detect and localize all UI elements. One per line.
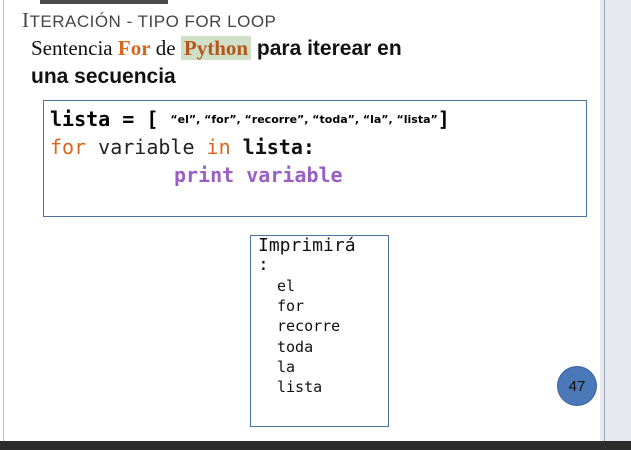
code-list-close: ]: [437, 107, 450, 131]
output-item: recorre: [277, 317, 341, 336]
code-line-2: for variable in lista:: [50, 135, 315, 159]
output-item: la: [277, 357, 296, 376]
output-item: for: [277, 297, 305, 316]
title-small: TIPO FOR LOOP: [137, 12, 277, 31]
code-keyword-for: for: [50, 135, 87, 159]
title-cap: I: [22, 8, 30, 32]
output-item: el: [277, 277, 296, 295]
output-item: toda: [277, 337, 314, 356]
slide-left-border: [3, 0, 4, 441]
output-list: el for recorre toda la lista: [277, 276, 340, 397]
code-line-3: print variable: [174, 163, 343, 187]
output-heading-line2: :: [258, 254, 269, 275]
subtitle-prefix: Sentencia: [31, 36, 118, 60]
title-rest: TERACIÓN: [29, 12, 122, 31]
code-keyword-in: in: [206, 135, 231, 159]
subtitle-rest-line2: una secuencia: [31, 65, 176, 88]
code-line-1: lista = [ “el”, “for”, “recorre”, “toda”…: [50, 107, 450, 131]
slide: ITERACIÓN - TIPO FOR LOOP Sentencia For …: [0, 0, 600, 441]
code-box: lista = [ “el”, “for”, “recorre”, “toda”…: [43, 100, 587, 217]
subtitle-rest-line1: para iterear en: [251, 37, 402, 60]
frame-divider: [604, 0, 605, 450]
slide-subtitle: Sentencia For de Python para iterear en …: [31, 34, 551, 91]
output-box: Imprimirá : el for recorre toda la lista: [250, 235, 389, 427]
code-list-ref: lista:: [230, 135, 315, 159]
code-variable: variable: [86, 135, 207, 159]
page-number-badge: 47: [558, 367, 596, 405]
output-heading-line1: Imprimirá: [258, 235, 356, 256]
code-list-items: “el”, “for”, “recorre”, “toda”, “la”, “l…: [170, 113, 438, 126]
subtitle-keyword-for: For: [117, 36, 151, 60]
title-separator: -: [121, 12, 138, 31]
window-right-frame: [600, 0, 631, 450]
slide-title: ITERACIÓN - TIPO FOR LOOP: [22, 8, 276, 33]
window-bottom-bar: [0, 441, 631, 450]
output-item: lista: [277, 378, 323, 397]
output-heading: Imprimirá :: [258, 236, 386, 274]
code-list-assign: lista = [: [50, 107, 171, 131]
window-top-bar: [40, 0, 168, 4]
subtitle-keyword-python: Python: [180, 36, 252, 60]
subtitle-mid: de: [150, 36, 181, 60]
